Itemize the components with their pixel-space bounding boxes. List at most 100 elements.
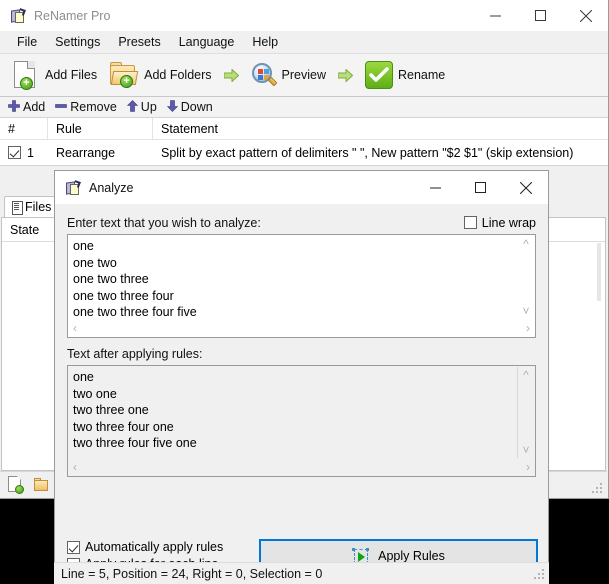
chevron-down-icon[interactable]: ˅	[522, 305, 529, 317]
main-window-controls	[473, 0, 608, 31]
menu-item-help[interactable]: Help	[243, 33, 287, 51]
chevron-down-icon[interactable]: ˅	[522, 444, 529, 456]
rename-label: Rename	[397, 68, 446, 82]
chevron-right-icon[interactable]: ›	[526, 322, 530, 334]
rule-up-button[interactable]: Up	[125, 99, 163, 115]
renamer-app-icon	[10, 7, 26, 24]
add-files-icon	[12, 60, 40, 90]
option-auto-apply[interactable]: Automatically apply rules	[67, 540, 223, 554]
add-folders-label: Add Folders	[144, 68, 212, 82]
maximize-icon[interactable]	[518, 0, 563, 31]
output-label-row: Text after applying rules:	[67, 344, 536, 363]
rule-add-button[interactable]: Add	[6, 99, 51, 115]
add-folders-icon	[109, 62, 139, 88]
rules-table-header: # Rule Statement	[0, 117, 608, 140]
add-files-button[interactable]: Add Files	[8, 58, 101, 92]
output-horizontal-scrollbar[interactable]: ‹ ›	[69, 458, 534, 475]
rule-row-statement: Split by exact pattern of delimiters " "…	[161, 145, 574, 160]
rule-remove-button[interactable]: Remove	[53, 100, 123, 115]
files-col-state[interactable]: State	[2, 218, 58, 242]
status-text: Line = 5, Position = 24, Right = 0, Sele…	[61, 566, 323, 581]
rules-col-rule[interactable]: Rule	[48, 117, 153, 140]
chevron-left-icon[interactable]: ‹	[73, 461, 77, 473]
tab-files-label: Files	[25, 200, 52, 214]
rule-row-number: 1	[27, 145, 34, 160]
rule-enabled-checkbox[interactable]	[8, 146, 21, 159]
maximize-icon[interactable]	[458, 171, 503, 204]
minimize-icon[interactable]	[473, 0, 518, 31]
add-folder-icon[interactable]	[34, 478, 50, 492]
minimize-icon[interactable]	[413, 171, 458, 204]
rename-checkmark-icon	[364, 61, 393, 89]
line-wrap-checkbox[interactable]	[463, 216, 477, 229]
preview-label: Preview	[281, 68, 326, 82]
analyze-input-textarea[interactable]: one one two one two three one two three …	[67, 234, 536, 338]
analyze-window-controls	[413, 171, 548, 204]
rules-toolbar: Add Remove Up Down	[0, 97, 608, 118]
add-folders-button[interactable]: Add Folders	[105, 60, 215, 90]
main-title-bar: ReNamer Pro	[0, 0, 608, 31]
arrow-right-icon-2	[337, 68, 353, 82]
arrow-up-icon	[126, 99, 139, 115]
rules-col-statement[interactable]: Statement	[153, 118, 608, 140]
line-wrap-label: Line wrap	[481, 215, 536, 230]
close-icon[interactable]	[503, 171, 548, 204]
rule-down-label: Down	[180, 100, 213, 114]
rules-table-body: 1 Rearrange Split by exact pattern of de…	[0, 140, 608, 165]
table-row[interactable]: 1 Rearrange Split by exact pattern of de…	[0, 140, 608, 165]
menu-bar: File Settings Presets Language Help	[0, 31, 608, 53]
preview-magnifier-icon	[251, 62, 277, 88]
auto-apply-checkbox[interactable]	[67, 540, 80, 554]
resize-grip-icon[interactable]	[592, 483, 604, 495]
files-tab-icon	[10, 201, 23, 215]
input-horizontal-scrollbar[interactable]: ‹ ›	[69, 319, 534, 336]
input-label: Enter text that you wish to analyze:	[67, 215, 261, 230]
rule-remove-label: Remove	[70, 100, 117, 114]
apply-rules-label: Apply Rules	[378, 549, 445, 563]
app-title: ReNamer Pro	[34, 8, 111, 23]
analyze-output-text: one two one two three one two three four…	[73, 370, 197, 450]
analyze-dialog-title: Analyze	[89, 180, 134, 195]
menu-item-settings[interactable]: Settings	[46, 33, 109, 51]
analyze-title-bar: Analyze	[55, 171, 548, 204]
plus-icon	[8, 99, 20, 115]
analyze-dialog: Analyze Enter text that you wish to anal…	[54, 170, 549, 584]
input-vertical-scrollbar[interactable]: ^ ˅	[518, 236, 534, 319]
main-toolbar: Add Files Add Folders Preview	[0, 53, 608, 97]
chevron-right-icon[interactable]: ›	[526, 461, 530, 473]
analyze-output-textarea[interactable]: one two one two three one two three four…	[67, 365, 536, 477]
menu-item-presets[interactable]: Presets	[109, 33, 169, 51]
scrollbar-thumb[interactable]	[597, 243, 601, 301]
rule-row-name: Rearrange	[56, 145, 116, 160]
menu-item-language[interactable]: Language	[170, 33, 244, 51]
auto-apply-label: Automatically apply rules	[85, 540, 224, 554]
input-label-row: Enter text that you wish to analyze: Lin…	[67, 213, 536, 232]
screen-root: ReNamer Pro File Settings Presets Langua…	[0, 0, 609, 584]
rule-add-label: Add	[23, 100, 46, 114]
line-wrap-option[interactable]: Line wrap	[463, 215, 536, 230]
arrow-down-icon	[166, 99, 179, 115]
chevron-up-icon[interactable]: ^	[523, 238, 529, 250]
output-vertical-scrollbar[interactable]: ^ ˅	[518, 367, 534, 458]
arrow-right-icon-1	[223, 68, 239, 82]
tab-files[interactable]: Files	[4, 196, 60, 218]
resize-grip-icon[interactable]	[534, 569, 546, 581]
minus-icon	[55, 100, 68, 115]
renamer-app-icon	[65, 179, 81, 196]
add-file-icon[interactable]	[8, 476, 24, 494]
files-grid-scrollbar[interactable]	[594, 243, 604, 469]
rules-col-num[interactable]: #	[0, 117, 48, 140]
output-label: Text after applying rules:	[67, 346, 203, 361]
menu-item-file[interactable]: File	[8, 33, 46, 51]
analyze-status-bar: Line = 5, Position = 24, Right = 0, Sele…	[54, 562, 549, 584]
close-icon[interactable]	[563, 0, 608, 31]
rename-button[interactable]: Rename	[361, 59, 449, 91]
analyze-input-text: one one two one two three one two three …	[73, 239, 197, 319]
add-files-label: Add Files	[45, 68, 98, 82]
chevron-up-icon[interactable]: ^	[523, 369, 529, 381]
analyze-dialog-body: Enter text that you wish to analyze: Lin…	[55, 204, 548, 584]
rule-row-num-cell: 1	[0, 146, 48, 160]
rule-down-button[interactable]: Down	[165, 99, 219, 115]
preview-button[interactable]: Preview	[247, 60, 330, 90]
chevron-left-icon[interactable]: ‹	[73, 322, 77, 334]
